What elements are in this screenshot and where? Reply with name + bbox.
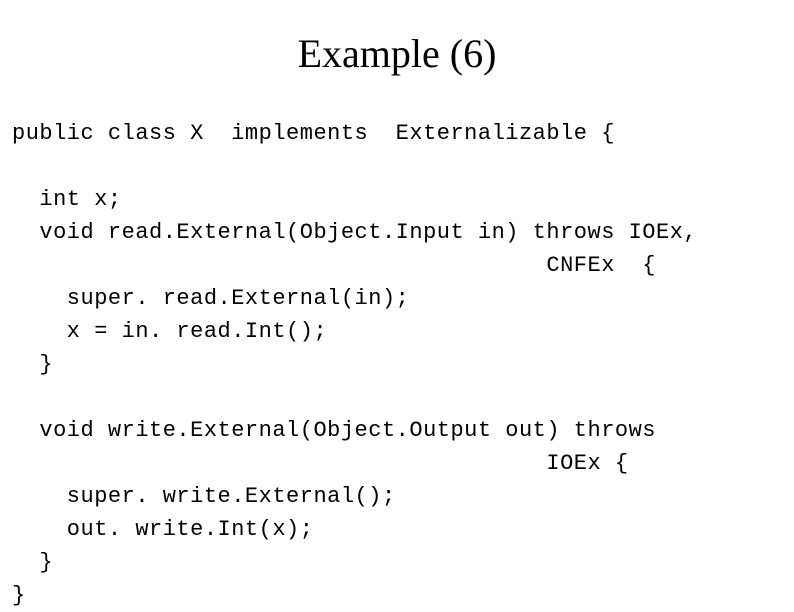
code-line: super. read.External(in);	[12, 286, 409, 311]
code-line: }	[12, 550, 53, 575]
code-line: super. write.External();	[12, 484, 396, 509]
code-line: x = in. read.Int();	[12, 319, 327, 344]
code-line: void write.External(Object.Output out) t…	[12, 418, 656, 443]
code-line: public class X implements Externalizable…	[12, 121, 615, 146]
code-block: public class X implements Externalizable…	[12, 117, 782, 612]
code-line: out. write.Int(x);	[12, 517, 313, 542]
slide-title: Example (6)	[12, 30, 782, 77]
code-line: int x;	[12, 187, 122, 212]
code-line: CNFEx {	[12, 253, 656, 278]
code-line: IOEx {	[12, 451, 629, 476]
slide-container: Example (6) public class X implements Ex…	[0, 0, 794, 595]
code-line: void read.External(Object.Input in) thro…	[12, 220, 697, 245]
code-line: }	[12, 352, 53, 377]
code-line: }	[12, 583, 26, 608]
